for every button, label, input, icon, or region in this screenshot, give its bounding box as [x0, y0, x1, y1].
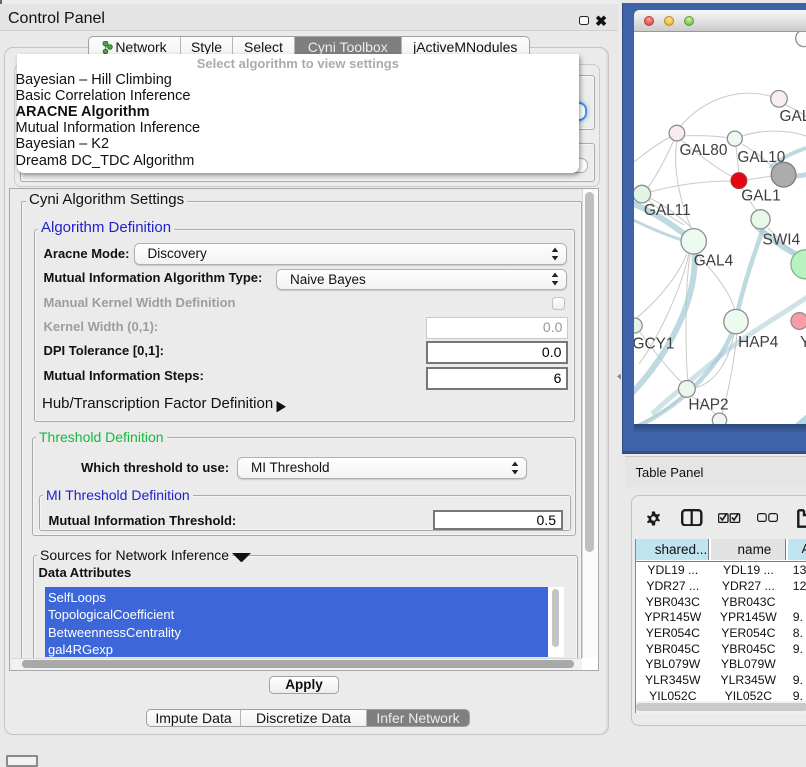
svg-text:GAL11: GAL11: [644, 202, 691, 219]
svg-text:Y: Y: [800, 334, 806, 351]
svg-text:HAP2: HAP2: [688, 396, 728, 413]
svg-text:SWI4: SWI4: [763, 232, 801, 249]
svg-text:GAL10: GAL10: [737, 149, 785, 166]
svg-text:GCY1: GCY1: [634, 335, 674, 352]
svg-text:GAL7: GAL7: [780, 108, 806, 125]
svg-text:GAL1: GAL1: [741, 188, 780, 205]
svg-text:GAL80: GAL80: [680, 142, 728, 159]
svg-text:GAL4: GAL4: [694, 253, 734, 270]
svg-text:HAP4: HAP4: [738, 334, 779, 351]
